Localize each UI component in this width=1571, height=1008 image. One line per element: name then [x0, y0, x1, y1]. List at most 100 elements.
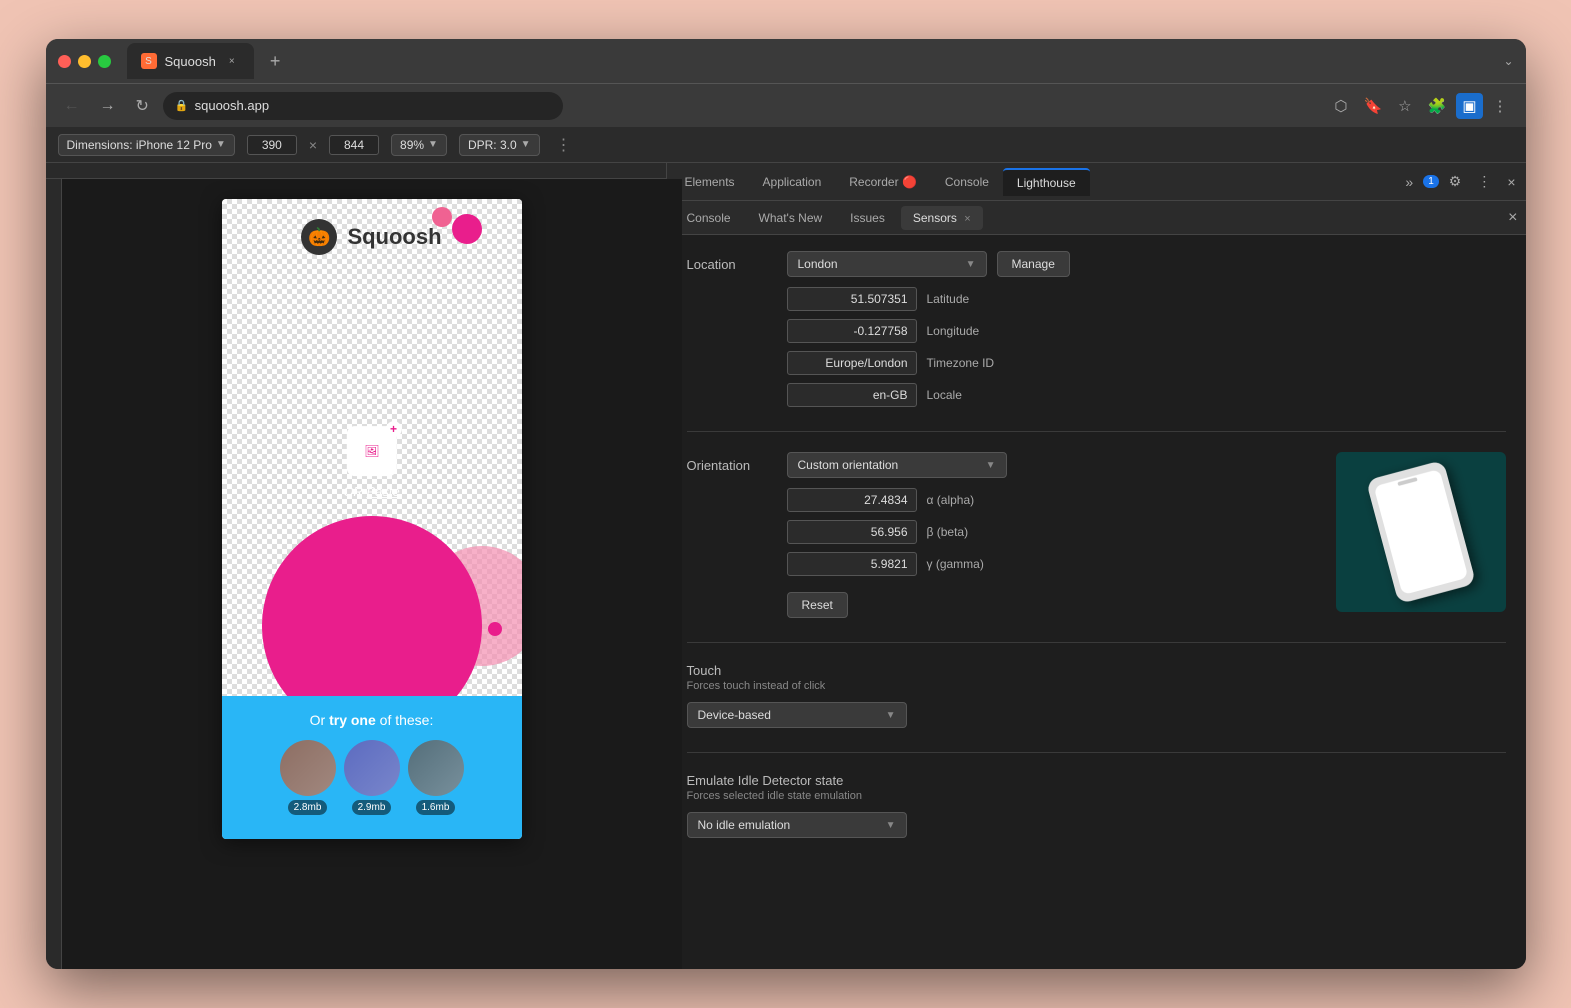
device-label: Dimensions: iPhone 12 Pro — [67, 138, 212, 152]
devtools-close-button[interactable]: × — [1501, 170, 1521, 194]
reset-button[interactable]: Reset — [787, 592, 848, 618]
upload-area[interactable]: 🖼 OR Paste — [343, 426, 399, 499]
refresh-button[interactable]: ↻ — [130, 92, 155, 120]
devtools-more-button[interactable]: ⋮ — [1471, 169, 1497, 194]
orientation-area: Orientation Custom orientation ▼ α (alph… — [687, 452, 1506, 618]
sample-image-1[interactable] — [280, 740, 336, 796]
dimension-separator: × — [309, 137, 317, 153]
device-chevron-icon: ▼ — [216, 139, 226, 150]
sub-tab-sensors[interactable]: Sensors × — [901, 206, 983, 230]
minimize-button[interactable] — [78, 55, 91, 68]
address-bar[interactable]: 🔒 squoosh.app — [163, 92, 563, 120]
zoom-label: 89% — [400, 138, 424, 152]
device-toolbar: Dimensions: iPhone 12 Pro ▼ × 89% ▼ DPR:… — [46, 127, 1526, 163]
alpha-input[interactable] — [787, 488, 917, 512]
window-chevron[interactable]: ⌄ — [1503, 54, 1513, 68]
gamma-input[interactable] — [787, 552, 917, 576]
tab-lighthouse[interactable]: Lighthouse — [1003, 168, 1090, 196]
browser-actions: ⬡ 🔖 ☆ 🧩 ▣ ⋮ — [1328, 93, 1513, 119]
maximize-button[interactable] — [98, 55, 111, 68]
sub-tab-issues[interactable]: Issues — [838, 206, 897, 230]
toolbar-more-button[interactable]: ⋮ — [556, 135, 572, 155]
dpr-selector[interactable]: DPR: 3.0 ▼ — [459, 134, 540, 156]
zoom-selector[interactable]: 89% ▼ — [391, 134, 447, 156]
mobile-frame: 🎃 Squoosh — [222, 199, 522, 839]
location-chevron-icon: ▼ — [966, 259, 976, 270]
orientation-chevron-icon: ▼ — [986, 460, 996, 471]
device-selector[interactable]: Dimensions: iPhone 12 Pro ▼ — [58, 134, 235, 156]
more-menu-button[interactable]: ⋮ — [1487, 93, 1514, 119]
sensors-tab-close[interactable]: × — [964, 213, 970, 225]
mobile-preview-area: 🎃 Squoosh — [46, 163, 666, 969]
sample-image-3[interactable] — [408, 740, 464, 796]
locale-input[interactable] — [787, 383, 917, 407]
latitude-label: Latitude — [927, 292, 970, 306]
phone-3d-visual — [1365, 460, 1475, 604]
orientation-selector[interactable]: Custom orientation ▼ — [787, 452, 1007, 478]
devtools-tab-actions: » 1 ⚙ ⋮ × — [1399, 169, 1521, 194]
or-paste-text: OR Paste — [343, 484, 399, 499]
sub-tab-whats-new[interactable]: What's New — [747, 206, 835, 230]
width-input[interactable] — [247, 135, 297, 155]
location-selector[interactable]: London ▼ — [787, 251, 987, 277]
app-top: 🎃 Squoosh — [222, 199, 522, 696]
sub-tabs-close-panel[interactable]: × — [1508, 209, 1517, 227]
longitude-input[interactable] — [787, 319, 917, 343]
beta-input[interactable] — [787, 520, 917, 544]
sub-tab-console[interactable]: Console — [675, 206, 743, 230]
latitude-row: Latitude — [787, 287, 1506, 311]
forward-button[interactable]: → — [94, 93, 122, 119]
location-value: London — [798, 257, 838, 271]
new-tab-button[interactable]: + — [262, 47, 289, 76]
close-button[interactable] — [58, 55, 71, 68]
location-row: Location London ▼ Manage — [687, 251, 1506, 277]
horizontal-ruler — [46, 163, 666, 179]
settings-button[interactable]: ⚙ — [1443, 169, 1468, 194]
sample-size-1: 2.8mb — [288, 800, 328, 815]
touch-section: Touch Forces touch instead of click Devi… — [687, 642, 1506, 728]
touch-subtitle: Forces touch instead of click — [687, 680, 1506, 692]
squoosh-name: Squoosh — [347, 224, 441, 250]
orientation-select-row: Orientation Custom orientation ▼ — [687, 452, 1316, 478]
back-button[interactable]: ← — [58, 93, 86, 119]
tab-elements[interactable]: Elements — [671, 169, 749, 195]
timezone-input[interactable] — [787, 351, 917, 375]
latitude-input[interactable] — [787, 287, 917, 311]
height-input[interactable] — [329, 135, 379, 155]
touch-header: Touch Forces touch instead of click — [687, 663, 1506, 692]
more-tabs-button[interactable]: » — [1399, 170, 1419, 194]
notification-badge: 1 — [1423, 175, 1439, 188]
upload-icon[interactable]: 🖼 — [347, 426, 397, 476]
touch-selector[interactable]: Device-based ▼ — [687, 702, 907, 728]
browser-window: S Squoosh × + ⌄ ← → ↻ 🔒 squoosh.app ⬡ 🔖 … — [46, 39, 1526, 969]
squoosh-logo-icon: 🎃 — [301, 219, 337, 255]
browser-tab[interactable]: S Squoosh × — [127, 43, 254, 79]
idle-chevron-icon: ▼ — [886, 820, 896, 831]
orientation-label: Orientation — [687, 458, 787, 473]
bookmark-icon[interactable]: 🔖 — [1357, 93, 1388, 119]
layout-icon[interactable]: ▣ — [1456, 93, 1482, 119]
sample-item-2[interactable]: 2.9mb — [344, 740, 400, 815]
sample-item-1[interactable]: 2.8mb — [280, 740, 336, 815]
tab-recorder[interactable]: Recorder 🔴 — [835, 169, 931, 195]
sample-item-3[interactable]: 1.6mb — [408, 740, 464, 815]
sample-image-2[interactable] — [344, 740, 400, 796]
extension-icon[interactable]: 🧩 — [1422, 93, 1453, 119]
tab-console[interactable]: Console — [931, 169, 1003, 195]
devtools-panel: Elements Application Recorder 🔴 Console … — [666, 163, 1526, 969]
zoom-chevron-icon: ▼ — [428, 139, 438, 150]
tab-close-button[interactable]: × — [224, 53, 240, 69]
idle-selector[interactable]: No idle emulation ▼ — [687, 812, 907, 838]
manage-button[interactable]: Manage — [997, 251, 1070, 277]
sample-size-2: 2.9mb — [352, 800, 392, 815]
gamma-row: γ (gamma) — [787, 552, 1316, 576]
lock-icon: 🔒 — [175, 99, 189, 112]
location-section: Location London ▼ Manage Latitude Longit — [687, 251, 1506, 407]
tab-application[interactable]: Application — [749, 169, 836, 195]
star-icon[interactable]: ☆ — [1392, 93, 1417, 119]
screen-share-icon[interactable]: ⬡ — [1328, 93, 1353, 119]
alpha-label: α (alpha) — [927, 493, 975, 507]
gamma-label: γ (gamma) — [927, 557, 984, 571]
paste-link[interactable]: Paste — [366, 484, 399, 499]
address-text: squoosh.app — [195, 98, 269, 113]
